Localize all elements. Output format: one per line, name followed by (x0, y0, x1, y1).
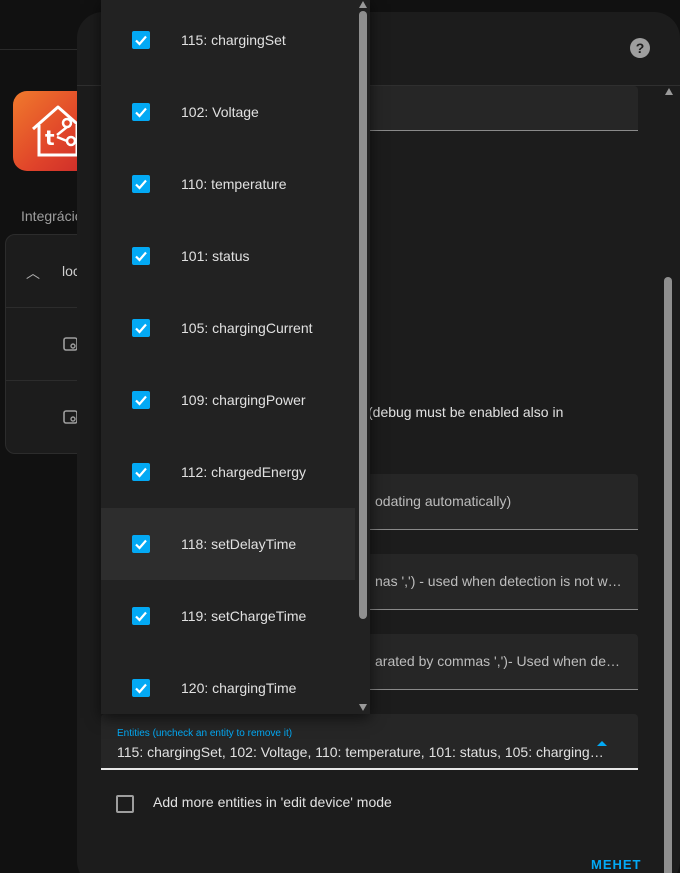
add-more-checkbox[interactable] (116, 795, 134, 813)
list-item-label: 120: chargingTime (181, 680, 297, 696)
check-icon (135, 539, 147, 550)
list-item[interactable]: 101: status (101, 220, 355, 292)
checkbox-checked[interactable] (132, 535, 150, 553)
scroll-up-icon[interactable] (359, 1, 367, 8)
check-icon (135, 179, 147, 190)
checkbox-checked[interactable] (132, 175, 150, 193)
check-icon (135, 251, 147, 262)
add-more-label: Add more entities in 'edit device' mode (153, 794, 392, 810)
check-icon (135, 323, 147, 334)
list-item-label: 115: chargingSet (181, 32, 286, 48)
check-icon (135, 611, 147, 622)
list-item-label: 118: setDelayTime (181, 536, 297, 552)
submit-button[interactable]: MEHET (591, 857, 642, 872)
list-item[interactable]: 110: temperature (101, 148, 355, 220)
check-icon (135, 395, 147, 406)
list-item[interactable]: 119: setChargeTime (101, 580, 355, 652)
field-value: arated by commas ',')- Used when device (375, 653, 625, 669)
entities-dropdown-list: 115: chargingSet 102: Voltage 110: tempe… (101, 0, 370, 714)
integrations-label: Integráció (21, 208, 83, 224)
list-item[interactable]: 120: chargingTime (101, 652, 355, 714)
list-item-label: 105: chargingCurrent (181, 320, 313, 336)
check-icon (135, 683, 147, 694)
list-item-label: 110: temperature (181, 176, 287, 192)
list-item[interactable]: 105: chargingCurrent (101, 292, 355, 364)
scroll-up-icon[interactable] (665, 88, 673, 95)
checkbox-checked[interactable] (132, 31, 150, 49)
entities-select-value: 115: chargingSet, 102: Voltage, 110: tem… (117, 744, 607, 760)
check-icon (135, 107, 147, 118)
checkbox-checked[interactable] (132, 463, 150, 481)
svg-text:t: t (45, 126, 55, 150)
list-item[interactable]: 109: chargingPower (101, 364, 355, 436)
checkbox-checked[interactable] (132, 319, 150, 337)
list-item-label: 119: setChargeTime (181, 608, 307, 624)
list-item-label: 112: chargedEnergy (181, 464, 307, 480)
list-item-label: 101: status (181, 248, 250, 264)
checkbox-checked[interactable] (132, 103, 150, 121)
checkbox-checked[interactable] (132, 391, 150, 409)
checkbox-checked[interactable] (132, 247, 150, 265)
help-icon[interactable]: ? (630, 38, 650, 58)
list-item[interactable]: 112: chargedEnergy (101, 436, 355, 508)
list-item[interactable]: 118: setDelayTime (101, 508, 355, 580)
dropdown-scrollbar[interactable] (356, 0, 370, 714)
list-item[interactable]: 115: chargingSet (101, 4, 355, 76)
scrollbar-thumb[interactable] (664, 277, 672, 873)
scrollbar-thumb[interactable] (359, 11, 367, 619)
checkbox-checked[interactable] (132, 607, 150, 625)
list-item-label: 109: chargingPower (181, 392, 306, 408)
scroll-down-icon[interactable] (359, 704, 367, 711)
field-value: nas ',') - used when detection is not wo… (375, 573, 625, 589)
field-value: odating automatically) (375, 493, 512, 509)
entities-select-label: Entities (uncheck an entity to remove it… (117, 728, 293, 739)
check-icon (135, 467, 147, 478)
dialog-scrollbar[interactable] (664, 88, 674, 873)
check-icon (135, 35, 147, 46)
chevron-up-icon[interactable]: ︿ (26, 263, 40, 283)
debug-option-label: (debug must be enabled also in (368, 404, 564, 420)
entities-select[interactable]: Entities (uncheck an entity to remove it… (101, 714, 638, 770)
list-item[interactable]: 102: Voltage (101, 76, 355, 148)
checkbox-checked[interactable] (132, 679, 150, 697)
list-item-label: 102: Voltage (181, 104, 259, 120)
caret-up-icon[interactable] (597, 741, 607, 746)
